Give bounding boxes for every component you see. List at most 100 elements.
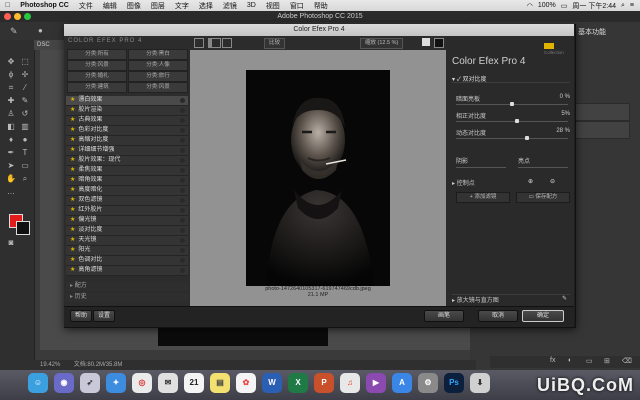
menu-view[interactable]: 视图 bbox=[261, 1, 285, 11]
powerpoint-icon[interactable]: P bbox=[314, 373, 334, 393]
filter-options-icon[interactable] bbox=[180, 148, 185, 153]
launchpad-icon[interactable]: ➶ bbox=[80, 373, 100, 393]
brush-button[interactable]: 画笔 bbox=[424, 310, 464, 322]
workspace-switcher[interactable]: 基本功能 bbox=[578, 27, 606, 37]
star-icon[interactable]: ★ bbox=[70, 257, 75, 263]
side-by-side-icon[interactable] bbox=[222, 38, 232, 48]
itunes-icon[interactable]: ♫ bbox=[340, 373, 360, 393]
background-color-swatch[interactable] bbox=[16, 221, 30, 235]
star-icon[interactable]: ★ bbox=[70, 237, 75, 243]
history-row[interactable]: ▸ 历史 bbox=[66, 293, 188, 302]
star-icon[interactable]: ★ bbox=[70, 247, 75, 253]
star-icon[interactable]: ★ bbox=[70, 127, 75, 133]
zoom-select[interactable]: 缩放 (12.5 %) bbox=[360, 38, 404, 49]
eyedropper-icon[interactable]: ⁄ bbox=[20, 83, 30, 93]
filter-item[interactable]: ★ 色彩对比度 bbox=[66, 126, 188, 136]
zoom-window-button[interactable] bbox=[24, 13, 31, 20]
dodge-icon[interactable]: ● bbox=[20, 135, 30, 145]
category-button[interactable]: 分类:风景 bbox=[67, 60, 127, 71]
trash-icon[interactable]: ⌫ bbox=[622, 357, 632, 365]
menu-window[interactable]: 窗口 bbox=[285, 1, 309, 11]
quick-mask-icon[interactable]: ◙ bbox=[6, 238, 16, 248]
app-store-icon[interactable]: A bbox=[392, 373, 412, 393]
move-tool-icon[interactable]: ✥ bbox=[6, 57, 16, 67]
battery-icon[interactable]: ▭ bbox=[561, 2, 568, 10]
lasso-tool-icon[interactable]: ϕ bbox=[6, 70, 16, 80]
split-view-icon[interactable] bbox=[208, 38, 221, 48]
gradient-icon[interactable]: ▥ bbox=[20, 122, 30, 132]
category-button[interactable]: 分类:黑白 bbox=[128, 49, 188, 60]
shape-icon[interactable]: ▭ bbox=[20, 161, 30, 171]
chrome-icon[interactable]: ◎ bbox=[132, 373, 152, 393]
help-button[interactable]: 帮助 bbox=[70, 310, 92, 322]
filter-options-icon[interactable] bbox=[180, 198, 185, 203]
type-tool-icon[interactable]: T bbox=[20, 148, 30, 158]
save-recipe-button[interactable]: ▭ 保存配方 bbox=[516, 192, 570, 203]
recipes-row[interactable]: ▸ 配方 bbox=[66, 282, 188, 291]
battery-text[interactable]: 100% bbox=[538, 2, 556, 9]
add-control-point-icon[interactable]: ⊕ bbox=[528, 178, 533, 185]
more-tools-icon[interactable]: … bbox=[6, 187, 16, 197]
category-button[interactable]: 分类:旅行 bbox=[128, 71, 188, 82]
filter-options-icon[interactable] bbox=[180, 228, 185, 233]
healing-icon[interactable]: ✚ bbox=[6, 96, 16, 106]
loupe-icon[interactable]: ✎ bbox=[562, 295, 567, 302]
document-tab[interactable]: DSC bbox=[34, 40, 67, 50]
menu-layer[interactable]: 图层 bbox=[146, 1, 170, 11]
list-icon[interactable]: ≡ bbox=[630, 2, 634, 9]
category-button[interactable]: 分类:婚礼 bbox=[67, 71, 127, 82]
siri-icon[interactable]: ◉ bbox=[54, 373, 74, 393]
star-icon[interactable]: ★ bbox=[70, 107, 75, 113]
hand-icon[interactable]: ✋ bbox=[6, 174, 16, 184]
filter-options-icon[interactable] bbox=[180, 208, 185, 213]
mask-icon[interactable]: ◐ bbox=[568, 357, 572, 364]
category-button[interactable]: 分类:建筑 bbox=[67, 82, 127, 93]
slider-track[interactable] bbox=[456, 119, 568, 123]
filter-options-icon[interactable] bbox=[180, 258, 185, 263]
slider-knob[interactable] bbox=[525, 136, 530, 140]
category-button[interactable]: 分类:所有 bbox=[67, 49, 127, 60]
blur-icon[interactable]: ♦ bbox=[6, 135, 16, 145]
system-prefs-icon[interactable]: ⚙ bbox=[418, 373, 438, 393]
star-icon[interactable]: ★ bbox=[70, 197, 75, 203]
filter-item[interactable]: ★ 暗角效果 bbox=[66, 176, 188, 186]
cancel-button[interactable]: 取消 bbox=[478, 310, 518, 322]
slider-knob[interactable] bbox=[515, 119, 520, 123]
downloads-icon[interactable]: ⬇ bbox=[470, 373, 490, 393]
filter-item[interactable]: ★ 漂白效果 bbox=[66, 96, 188, 106]
filter-options-icon[interactable] bbox=[180, 248, 185, 253]
remove-control-point-icon[interactable]: ⊖ bbox=[550, 178, 555, 185]
add-filter-button[interactable]: + 添加滤镜 bbox=[456, 192, 510, 203]
filter-item[interactable]: ★ 高缩对比度 bbox=[66, 136, 188, 146]
filter-item[interactable]: ★ 双色滤镜 bbox=[66, 196, 188, 206]
menu-help[interactable]: 帮助 bbox=[309, 1, 333, 11]
calendar-icon[interactable]: 21 bbox=[184, 373, 204, 393]
filter-item[interactable]: ★ 古典效果 bbox=[66, 116, 188, 126]
shadows-slider[interactable] bbox=[456, 167, 506, 168]
star-icon[interactable]: ★ bbox=[70, 97, 75, 103]
stamp-icon[interactable]: ♙ bbox=[6, 109, 16, 119]
star-icon[interactable]: ★ bbox=[70, 117, 75, 123]
star-icon[interactable]: ★ bbox=[70, 187, 75, 193]
zoom-tool-icon[interactable]: ⌕ bbox=[20, 174, 30, 184]
category-button[interactable]: 分类:风景 bbox=[128, 82, 188, 93]
preview-photo[interactable] bbox=[246, 70, 390, 286]
safari-icon[interactable]: ✦ bbox=[106, 373, 126, 393]
mail-icon[interactable]: ✉ bbox=[158, 373, 178, 393]
star-icon[interactable]: ★ bbox=[70, 207, 75, 213]
star-icon[interactable]: ★ bbox=[70, 227, 75, 233]
filter-item[interactable]: ★ 柔焦效果 bbox=[66, 166, 188, 176]
excel-icon[interactable]: X bbox=[288, 373, 308, 393]
filter-item[interactable]: ★ 天光镜 bbox=[66, 236, 188, 246]
filter-item[interactable]: ★ 色调对比 bbox=[66, 256, 188, 266]
filter-options-icon[interactable] bbox=[180, 268, 185, 273]
filter-options-icon[interactable] bbox=[180, 168, 185, 173]
quick-select-icon[interactable]: ✢ bbox=[20, 70, 30, 80]
control-points-row[interactable]: ▸ 控制点 ⊕ ⊖ bbox=[452, 178, 570, 187]
filter-item[interactable]: ★ 阳光 bbox=[66, 246, 188, 256]
slider-track[interactable] bbox=[456, 102, 568, 106]
folder-icon[interactable]: ▭ bbox=[586, 357, 593, 365]
menu-select[interactable]: 选择 bbox=[194, 1, 218, 11]
filter-options-icon[interactable] bbox=[180, 98, 185, 103]
brush-tool-icon[interactable]: ✎ bbox=[10, 26, 18, 37]
